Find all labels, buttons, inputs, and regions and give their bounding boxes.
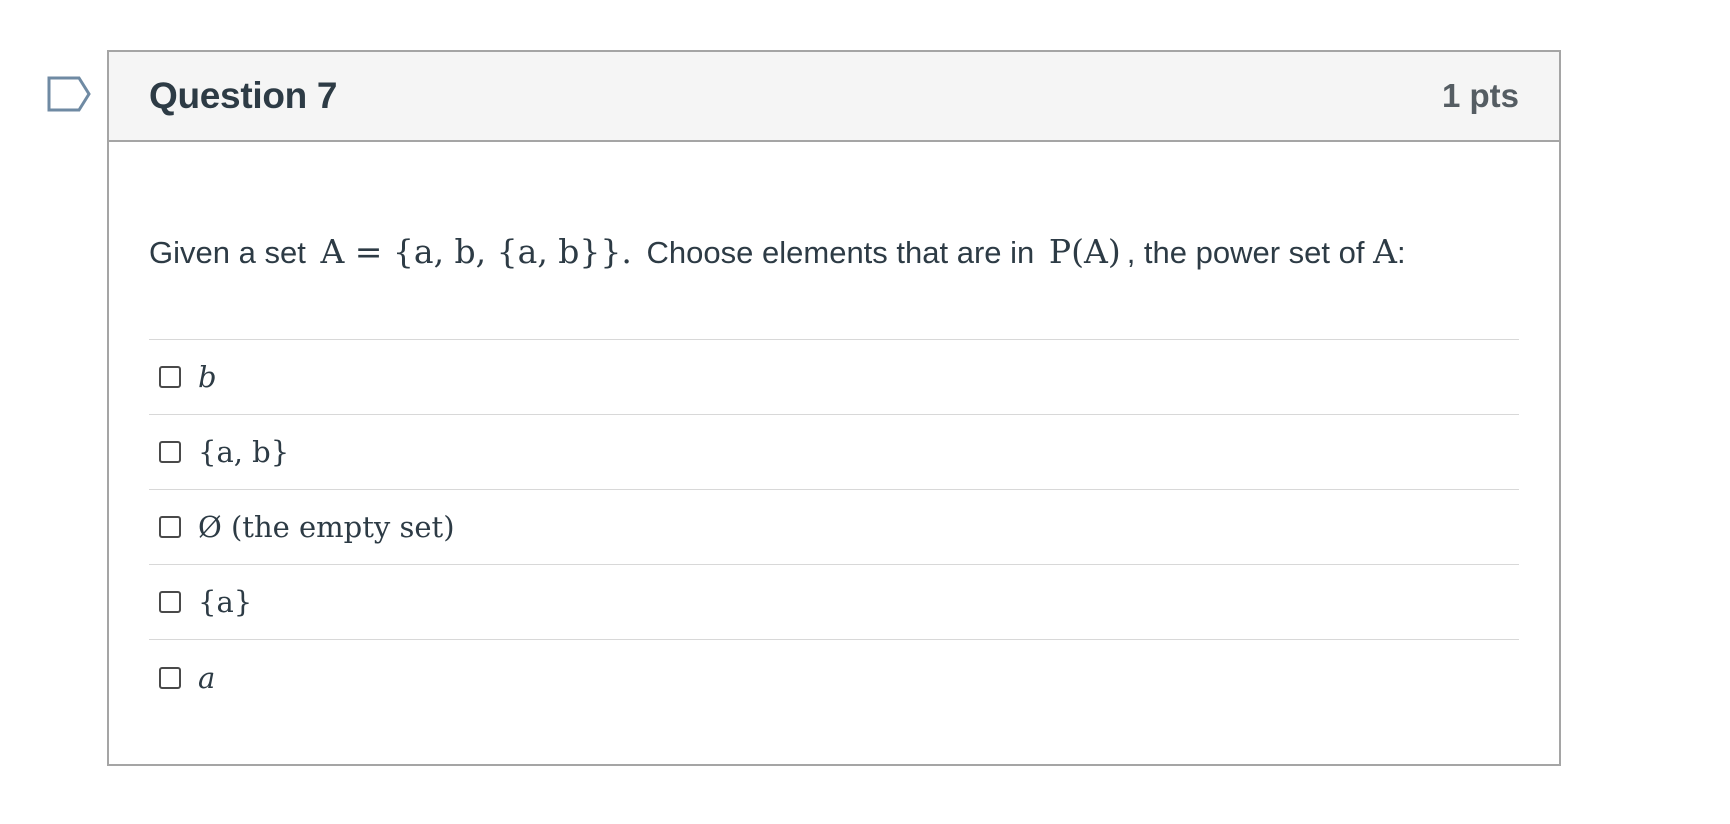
answer-label: {a, b}	[198, 435, 290, 469]
question-text-end: :	[1396, 235, 1406, 270]
answer-label: b	[198, 360, 217, 394]
checkbox-unchecked-icon[interactable]	[159, 516, 181, 538]
answer-option[interactable]: Ø (the empty set)	[149, 490, 1519, 565]
checkbox-unchecked-icon[interactable]	[159, 366, 181, 388]
answer-option[interactable]: b	[149, 340, 1519, 415]
answer-option[interactable]: {a, b}	[149, 415, 1519, 490]
flag-question-icon[interactable]	[47, 76, 91, 112]
question-title: Question 7	[149, 75, 338, 116]
question-points: 1 pts	[1441, 77, 1519, 114]
question-text-middle: Choose elements that are in	[646, 235, 1035, 270]
answer-option[interactable]: {a}	[149, 565, 1519, 640]
set-expression: A = {a, b, {a, b}}.	[320, 232, 632, 271]
checkbox-unchecked-icon[interactable]	[159, 441, 181, 463]
question-body: Given a set A = {a, b, {a, b}}. Choose e…	[109, 228, 1559, 715]
checkbox-unchecked-icon[interactable]	[159, 591, 181, 613]
answer-label: {a}	[198, 585, 253, 619]
answer-option[interactable]: a	[149, 640, 1519, 715]
checkbox-unchecked-icon[interactable]	[159, 666, 181, 689]
answer-list: b {a, b} Ø (the empty set) {a} a	[149, 339, 1519, 715]
set-name: A	[1373, 232, 1397, 271]
power-set-expression: P(A)	[1048, 232, 1121, 271]
question-header: Question 7 1 pts	[109, 52, 1559, 142]
answer-label: Ø (the empty set)	[198, 510, 455, 544]
question-text: Given a set A = {a, b, {a, b}}. Choose e…	[149, 228, 1519, 277]
question-card: Question 7 1 pts Given a set A = {a, b, …	[107, 50, 1561, 766]
answer-label: a	[198, 660, 216, 695]
question-text-suffix: , the power set of	[1126, 235, 1365, 270]
question-text-prefix: Given a set	[149, 235, 306, 270]
